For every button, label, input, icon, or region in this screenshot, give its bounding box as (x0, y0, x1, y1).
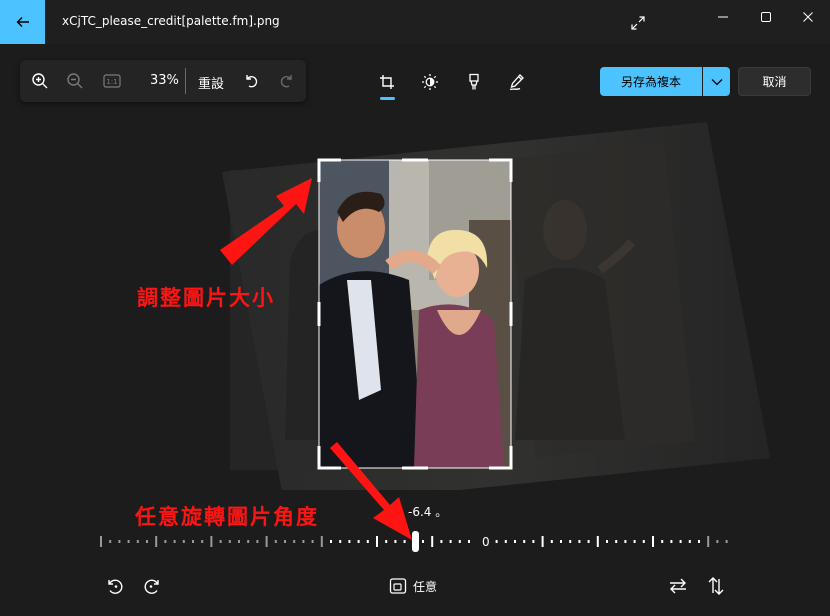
resize-arrow-icon (220, 178, 312, 265)
ruler-minor-tick (642, 540, 645, 543)
ruler-minor-tick (136, 540, 139, 543)
rotate-left-icon (108, 579, 123, 594)
ruler-major-tick (265, 536, 268, 547)
annotation-arrows (220, 178, 412, 540)
ruler-minor-tick (348, 540, 351, 543)
ruler-minor-tick (293, 540, 296, 543)
ruler-minor-tick (403, 540, 406, 543)
ruler-minor-tick (192, 540, 194, 543)
ruler-minor-tick (109, 540, 112, 543)
ruler-major-tick (596, 536, 599, 547)
ruler-minor-tick (228, 540, 231, 543)
ruler-minor-tick (449, 540, 452, 543)
ruler-minor-tick (670, 540, 673, 543)
flip-vertical-icon (708, 577, 724, 595)
ruler-major-tick (541, 536, 544, 547)
flip-horizontal-button[interactable] (665, 573, 691, 599)
ruler-minor-tick (146, 540, 148, 543)
ruler-minor-tick (385, 540, 388, 543)
ruler-minor-tick (587, 540, 590, 543)
ruler-minor-tick (624, 540, 627, 543)
ruler-minor-tick (422, 540, 424, 543)
ruler-minor-tick (523, 540, 526, 543)
ruler-minor-tick (514, 540, 516, 543)
ruler-major-tick (431, 536, 434, 547)
ruler-minor-tick (532, 540, 535, 543)
ruler-major-tick (376, 536, 378, 547)
ruler-minor-tick (366, 540, 369, 543)
rotate-right-button[interactable] (139, 573, 165, 599)
ruler-major-tick (652, 536, 654, 547)
ruler-minor-tick (164, 540, 167, 543)
ruler-major-tick (100, 536, 102, 547)
ruler-minor-tick (256, 540, 259, 543)
rotate-annotation-label: 任意旋轉圖片角度 (135, 505, 319, 529)
ruler-minor-tick (330, 540, 332, 543)
ruler-minor-tick (173, 540, 176, 543)
rotate-left-button[interactable] (102, 573, 128, 599)
ruler-minor-tick (182, 540, 185, 543)
flip-vertical-button[interactable] (703, 573, 729, 599)
rotation-angle-readout: -6.4 。 (408, 505, 448, 519)
aspect-ratio-label: 任意 (413, 579, 438, 594)
ruler-minor-tick (339, 540, 342, 543)
rotate-arrow-icon (330, 442, 412, 540)
ruler-minor-tick (615, 540, 618, 543)
resize-annotation-label: 調整圖片大小 (137, 286, 275, 310)
ruler-minor-tick (550, 540, 553, 543)
flip-horizontal-icon (670, 578, 686, 594)
ruler-major-tick (210, 536, 213, 547)
ruler-major-tick (320, 536, 323, 547)
ruler-minor-tick (725, 540, 728, 543)
ruler-minor-tick (633, 540, 636, 543)
ruler-minor-tick (118, 540, 121, 543)
ruler-minor-tick (458, 540, 461, 543)
ruler-minor-tick (247, 540, 250, 543)
ruler-minor-tick (440, 540, 443, 543)
ruler-minor-tick (679, 540, 682, 543)
ruler-minor-tick (578, 540, 581, 543)
ruler-major-tick (707, 536, 710, 547)
ruler-minor-tick (468, 540, 470, 543)
ruler-minor-tick (606, 540, 608, 543)
ruler-minor-tick (127, 540, 130, 543)
aspect-ratio-icon (389, 578, 407, 594)
ruler-minor-tick (495, 540, 498, 543)
ruler-minor-tick (569, 540, 572, 543)
ruler-minor-tick (302, 540, 305, 543)
rotate-right-icon (144, 579, 159, 594)
ruler-minor-tick (311, 540, 314, 543)
ruler-minor-tick (560, 540, 562, 543)
ruler-minor-tick (357, 540, 360, 543)
ruler-minor-tick (688, 540, 691, 543)
aspect-ratio-button[interactable]: 任意 (389, 575, 437, 597)
ruler-major-tick (155, 536, 158, 547)
ruler-zero-label: 0 (482, 535, 490, 549)
ruler-minor-tick (504, 540, 507, 543)
ruler-minor-tick (698, 540, 700, 543)
ruler-minor-tick (238, 540, 240, 543)
ruler-minor-tick (219, 540, 222, 543)
rotation-slider-handle[interactable] (412, 531, 419, 552)
ruler-minor-tick (661, 540, 664, 543)
ruler-minor-tick (716, 540, 719, 543)
ruler-minor-tick (274, 540, 277, 543)
ruler-minor-tick (201, 540, 204, 543)
ruler-minor-tick (284, 540, 286, 543)
ruler-minor-tick (394, 540, 397, 543)
